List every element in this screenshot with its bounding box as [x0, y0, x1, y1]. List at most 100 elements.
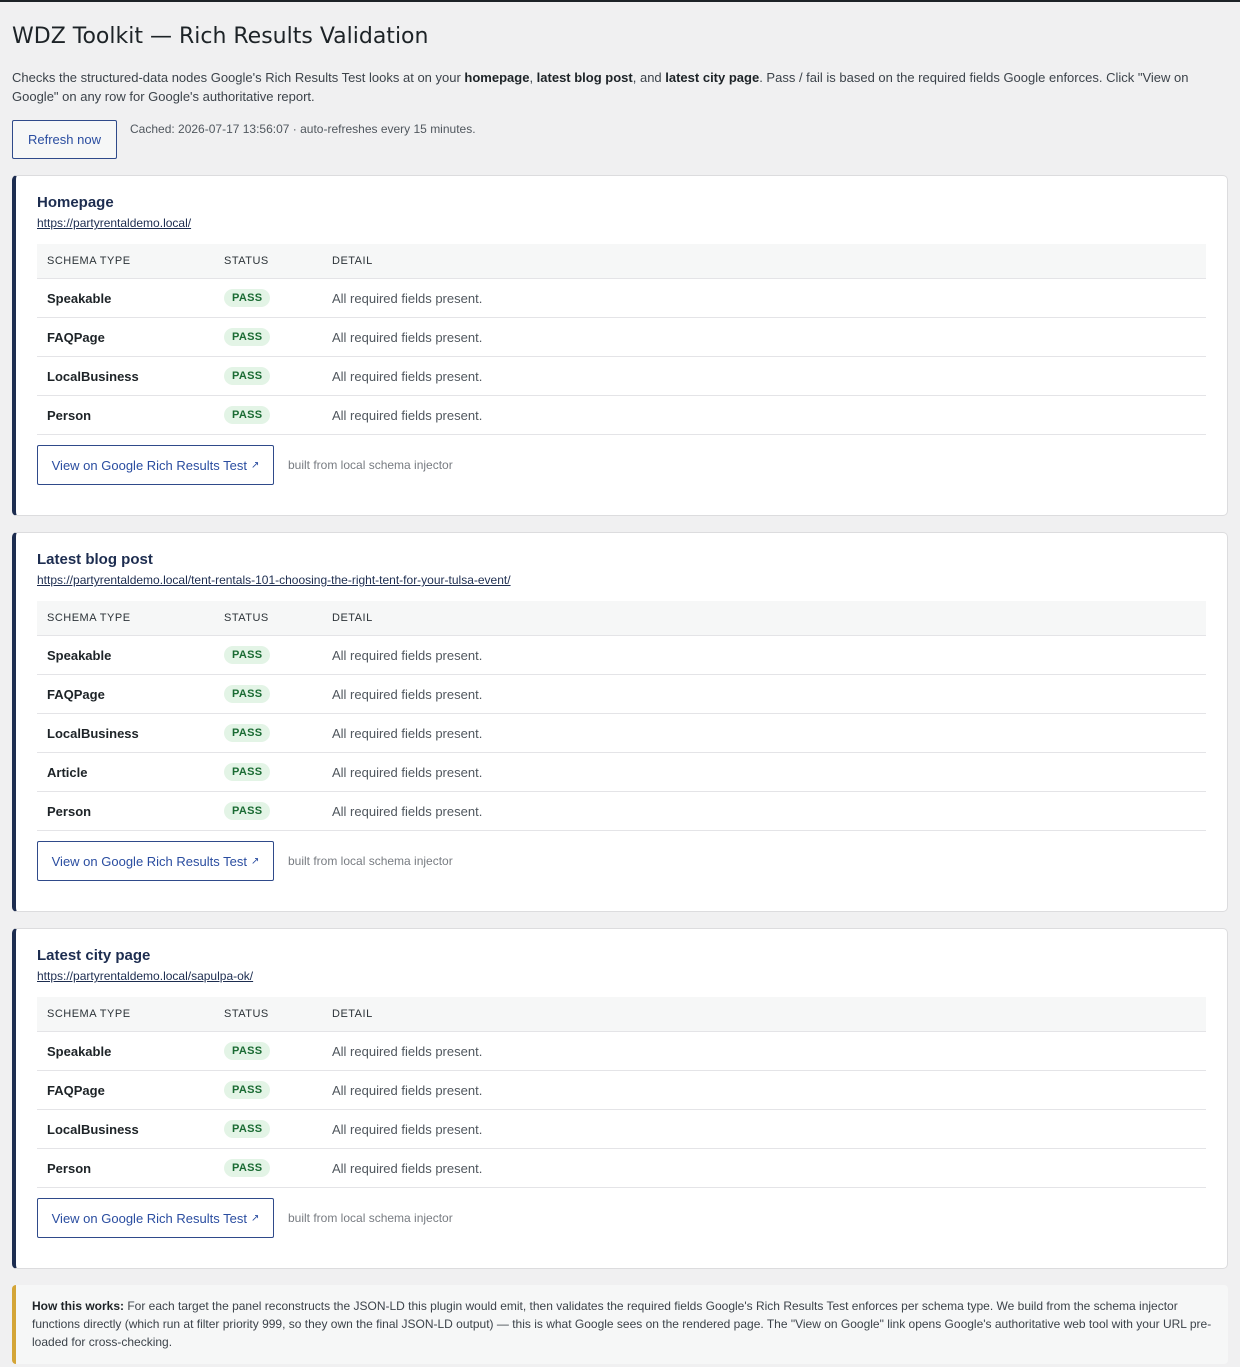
status-cell: PASS	[214, 713, 322, 753]
intro-part: ,	[529, 70, 537, 85]
intro-part: Checks the structured-data nodes Google'…	[12, 70, 465, 85]
schema-type: Speakable	[37, 278, 214, 318]
card-url-link[interactable]: https://partyrentaldemo.local/tent-renta…	[37, 573, 511, 587]
schema-table: SCHEMA TYPE STATUS DETAIL Speakable PASS…	[37, 997, 1206, 1188]
header-schema-type: SCHEMA TYPE	[37, 601, 214, 636]
header-detail: DETAIL	[322, 244, 1206, 279]
table-row: Person PASS All required fields present.	[37, 1148, 1206, 1188]
status-cell: PASS	[214, 1031, 322, 1071]
table-row: Person PASS All required fields present.	[37, 395, 1206, 435]
header-status: STATUS	[214, 997, 322, 1032]
status-badge: PASS	[224, 367, 271, 385]
header-status: STATUS	[214, 244, 322, 279]
schema-type: FAQPage	[37, 674, 214, 714]
how-this-works-note: How this works: For each target the pane…	[12, 1285, 1228, 1364]
schema-type: Person	[37, 395, 214, 435]
card-url-link[interactable]: https://partyrentaldemo.local/sapulpa-ok…	[37, 969, 253, 983]
status-cell: PASS	[214, 1148, 322, 1188]
table-row: Speakable PASS All required fields prese…	[37, 1031, 1206, 1071]
table-row: Person PASS All required fields present.	[37, 791, 1206, 831]
detail-text: All required fields present.	[322, 1148, 1206, 1188]
table-row: FAQPage PASS All required fields present…	[37, 1070, 1206, 1110]
detail-text: All required fields present.	[322, 713, 1206, 753]
status-badge: PASS	[224, 724, 271, 742]
status-badge: PASS	[224, 646, 271, 664]
header-schema-type: SCHEMA TYPE	[37, 997, 214, 1032]
card-latest-blog-post: Latest blog post https://partyrentaldemo…	[12, 532, 1228, 912]
status-badge: PASS	[224, 289, 271, 307]
intro-part: , and	[632, 70, 666, 85]
view-on-google-button[interactable]: View on Google Rich Results Test ↗	[37, 445, 274, 485]
status-badge: PASS	[224, 1120, 271, 1138]
status-badge: PASS	[224, 1042, 271, 1060]
card-title: Latest blog post	[37, 551, 153, 568]
table-row: LocalBusiness PASS All required fields p…	[37, 1109, 1206, 1149]
page-title: WDZ Toolkit — Rich Results Validation	[12, 24, 429, 49]
card-footer: View on Google Rich Results Test ↗ built …	[37, 435, 1206, 515]
schema-type: Person	[37, 1148, 214, 1188]
google-button-label: View on Google Rich Results Test	[51, 853, 247, 869]
view-on-google-button[interactable]: View on Google Rich Results Test ↗	[37, 841, 274, 881]
card-homepage: Homepage https://partyrentaldemo.local/ …	[12, 175, 1228, 516]
table-header-row: SCHEMA TYPE STATUS DETAIL	[37, 244, 1206, 279]
detail-text: All required fields present.	[322, 395, 1206, 435]
google-button-label: View on Google Rich Results Test	[51, 457, 247, 473]
schema-type: FAQPage	[37, 317, 214, 357]
status-badge: PASS	[224, 328, 271, 346]
schema-type: LocalBusiness	[37, 1109, 214, 1149]
intro-bold-city: latest city page	[665, 70, 760, 85]
source-note: built from local schema injector	[288, 458, 453, 472]
schema-type: LocalBusiness	[37, 356, 214, 396]
table-header-row: SCHEMA TYPE STATUS DETAIL	[37, 601, 1206, 636]
status-cell: PASS	[214, 635, 322, 675]
cached-status: Cached: 2026-07-17 13:56:07 · auto-refre…	[130, 122, 476, 136]
schema-type: Person	[37, 791, 214, 831]
detail-text: All required fields present.	[322, 1031, 1206, 1071]
status-badge: PASS	[224, 1159, 271, 1177]
status-cell: PASS	[214, 674, 322, 714]
detail-text: All required fields present.	[322, 752, 1206, 792]
source-note: built from local schema injector	[288, 854, 453, 868]
card-url-link[interactable]: https://partyrentaldemo.local/	[37, 216, 191, 230]
status-badge: PASS	[224, 802, 271, 820]
header-detail: DETAIL	[322, 997, 1206, 1032]
status-cell: PASS	[214, 1070, 322, 1110]
schema-type: Article	[37, 752, 214, 792]
refresh-now-button[interactable]: Refresh now	[12, 120, 117, 159]
schema-type: Speakable	[37, 635, 214, 675]
status-cell: PASS	[214, 278, 322, 318]
intro-text: Checks the structured-data nodes Google'…	[12, 68, 1228, 106]
table-row: FAQPage PASS All required fields present…	[37, 674, 1206, 714]
card-title: Homepage	[37, 194, 114, 211]
external-link-icon: ↗	[250, 855, 260, 867]
detail-text: All required fields present.	[322, 356, 1206, 396]
intro-bold-homepage: homepage	[464, 70, 530, 85]
detail-text: All required fields present.	[322, 278, 1206, 318]
detail-text: All required fields present.	[322, 635, 1206, 675]
table-header-row: SCHEMA TYPE STATUS DETAIL	[37, 997, 1206, 1032]
page-wrap: WDZ Toolkit — Rich Results Validation Ch…	[0, 22, 1240, 1364]
header-schema-type: SCHEMA TYPE	[37, 244, 214, 279]
header-status: STATUS	[214, 601, 322, 636]
external-link-icon: ↗	[250, 459, 260, 471]
how-text: For each target the panel reconstructs t…	[32, 1299, 1212, 1349]
status-badge: PASS	[224, 685, 271, 703]
status-cell: PASS	[214, 395, 322, 435]
table-row: Article PASS All required fields present…	[37, 752, 1206, 792]
card-latest-city-page: Latest city page https://partyrentaldemo…	[12, 928, 1228, 1269]
schema-type: LocalBusiness	[37, 713, 214, 753]
detail-text: All required fields present.	[322, 674, 1206, 714]
schema-type: Speakable	[37, 1031, 214, 1071]
card-footer: View on Google Rich Results Test ↗ built …	[37, 1188, 1206, 1268]
schema-table: SCHEMA TYPE STATUS DETAIL Speakable PASS…	[37, 244, 1206, 435]
card-footer: View on Google Rich Results Test ↗ built …	[37, 831, 1206, 911]
table-row: LocalBusiness PASS All required fields p…	[37, 356, 1206, 396]
how-label: How this works:	[32, 1299, 125, 1313]
header-detail: DETAIL	[322, 601, 1206, 636]
detail-text: All required fields present.	[322, 791, 1206, 831]
google-button-label: View on Google Rich Results Test	[51, 1210, 247, 1226]
schema-table: SCHEMA TYPE STATUS DETAIL Speakable PASS…	[37, 601, 1206, 831]
detail-text: All required fields present.	[322, 317, 1206, 357]
view-on-google-button[interactable]: View on Google Rich Results Test ↗	[37, 1198, 274, 1238]
status-cell: PASS	[214, 356, 322, 396]
